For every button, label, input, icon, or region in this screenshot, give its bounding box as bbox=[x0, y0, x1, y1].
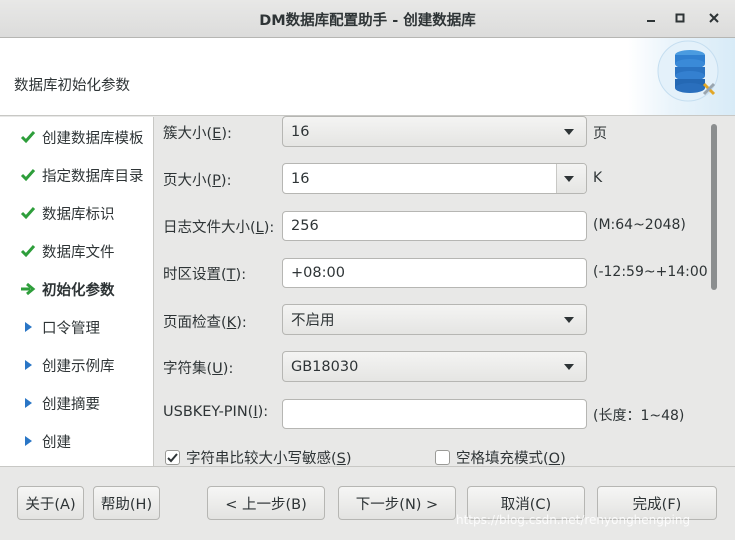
time-zone-hint: (-12:59~+14:00) bbox=[593, 264, 714, 280]
watermark-text: https://blog.csdn.net/renyonghengping bbox=[456, 513, 691, 527]
page-size-value: 16 bbox=[291, 170, 310, 187]
step-label: 初始化参数 bbox=[42, 282, 115, 299]
extent-size-value: 16 bbox=[291, 123, 310, 140]
charset-label: 字符集(U): bbox=[163, 361, 234, 377]
minimize-icon[interactable] bbox=[641, 8, 661, 28]
step-password: 口令管理 bbox=[0, 312, 154, 342]
page-subtitle: 数据库初始化参数 bbox=[14, 78, 130, 94]
page-size-combobox[interactable]: 16 bbox=[282, 163, 587, 194]
help-button[interactable]: 帮助(H) bbox=[93, 486, 160, 520]
checkmark-icon bbox=[18, 168, 38, 182]
page-size-unit: K bbox=[593, 170, 603, 186]
checkmark-icon bbox=[18, 130, 38, 144]
step-label: 数据库文件 bbox=[42, 244, 115, 261]
scrollbar-thumb[interactable] bbox=[711, 124, 717, 290]
checkmark-icon bbox=[18, 244, 38, 258]
step-create: 创建 bbox=[0, 426, 154, 456]
extent-size-label: 簇大小(E): bbox=[163, 126, 232, 142]
usbkey-pin-input[interactable] bbox=[282, 399, 587, 429]
page-check-select[interactable]: 不启用 bbox=[282, 304, 587, 335]
next-button[interactable]: 下一步(N) > bbox=[338, 486, 456, 520]
window-title: DM数据库配置助手 - 创建数据库 bbox=[259, 13, 476, 29]
chevron-down-icon bbox=[564, 176, 574, 182]
step-create-template: 创建数据库模板 bbox=[0, 122, 154, 152]
step-db-directory: 指定数据库目录 bbox=[0, 160, 154, 190]
log-size-label: 日志文件大小(L): bbox=[163, 220, 275, 236]
extent-size-unit: 页 bbox=[593, 126, 607, 142]
charset-value: GB18030 bbox=[291, 358, 359, 375]
page-check-label: 页面检查(K): bbox=[163, 315, 247, 331]
database-logo-icon bbox=[628, 38, 735, 115]
triangle-right-icon bbox=[18, 358, 38, 372]
about-button[interactable]: 关于(A) bbox=[17, 486, 84, 520]
checkbox-checked-icon bbox=[165, 450, 180, 465]
blank-pad-label: 空格填充模式(O) bbox=[456, 451, 566, 467]
time-zone-input[interactable]: +08:00 bbox=[282, 258, 587, 288]
step-label: 创建示例库 bbox=[42, 358, 115, 375]
extent-size-select[interactable]: 16 bbox=[282, 116, 587, 147]
checkbox-unchecked-icon bbox=[435, 450, 450, 465]
step-db-identity: 数据库标识 bbox=[0, 198, 154, 228]
log-size-hint: (M:64~2048) bbox=[593, 217, 686, 233]
title-bar: DM数据库配置助手 - 创建数据库 bbox=[0, 0, 735, 38]
step-summary: 创建摘要 bbox=[0, 388, 154, 418]
previous-button[interactable]: < 上一步(B) bbox=[207, 486, 325, 520]
step-label: 数据库标识 bbox=[42, 206, 115, 223]
usbkey-pin-hint: (长度：1~48) bbox=[593, 408, 685, 424]
step-init-params: 初始化参数 bbox=[0, 274, 154, 304]
step-label: 口令管理 bbox=[42, 320, 100, 337]
triangle-right-icon bbox=[18, 434, 38, 448]
checkmark-icon bbox=[18, 206, 38, 220]
triangle-right-icon bbox=[18, 320, 38, 334]
step-label: 创建数据库模板 bbox=[42, 130, 144, 147]
step-label: 创建 bbox=[42, 434, 71, 451]
page-check-value: 不启用 bbox=[291, 313, 335, 329]
arrow-right-icon bbox=[18, 282, 38, 296]
chevron-down-icon bbox=[564, 317, 574, 323]
case-sensitive-label: 字符串比较大小写敏感(S) bbox=[186, 451, 352, 467]
close-icon[interactable] bbox=[704, 8, 724, 28]
log-size-input[interactable]: 256 bbox=[282, 211, 587, 241]
step-db-files: 数据库文件 bbox=[0, 236, 154, 266]
charset-select[interactable]: GB18030 bbox=[282, 351, 587, 382]
chevron-down-icon bbox=[564, 364, 574, 370]
usbkey-pin-label: USBKEY-PIN(I): bbox=[163, 404, 269, 420]
time-zone-label: 时区设置(T): bbox=[163, 267, 247, 283]
page-size-label: 页大小(P): bbox=[163, 173, 232, 189]
chevron-down-icon bbox=[564, 129, 574, 135]
wizard-steps-sidebar: 创建数据库模板 指定数据库目录 数据库标识 数据库文件 初始化参数 口令管理 创… bbox=[0, 117, 154, 466]
vertical-scrollbar[interactable] bbox=[708, 117, 720, 466]
triangle-right-icon bbox=[18, 396, 38, 410]
maximize-icon[interactable] bbox=[670, 8, 690, 28]
wizard-header: 数据库初始化参数 bbox=[0, 38, 735, 116]
case-sensitive-checkbox[interactable]: 字符串比较大小写敏感(S) bbox=[165, 447, 352, 468]
blank-pad-checkbox[interactable]: 空格填充模式(O) bbox=[435, 447, 566, 468]
step-sample-db: 创建示例库 bbox=[0, 350, 154, 380]
step-label: 指定数据库目录 bbox=[42, 168, 144, 185]
step-label: 创建摘要 bbox=[42, 396, 100, 413]
